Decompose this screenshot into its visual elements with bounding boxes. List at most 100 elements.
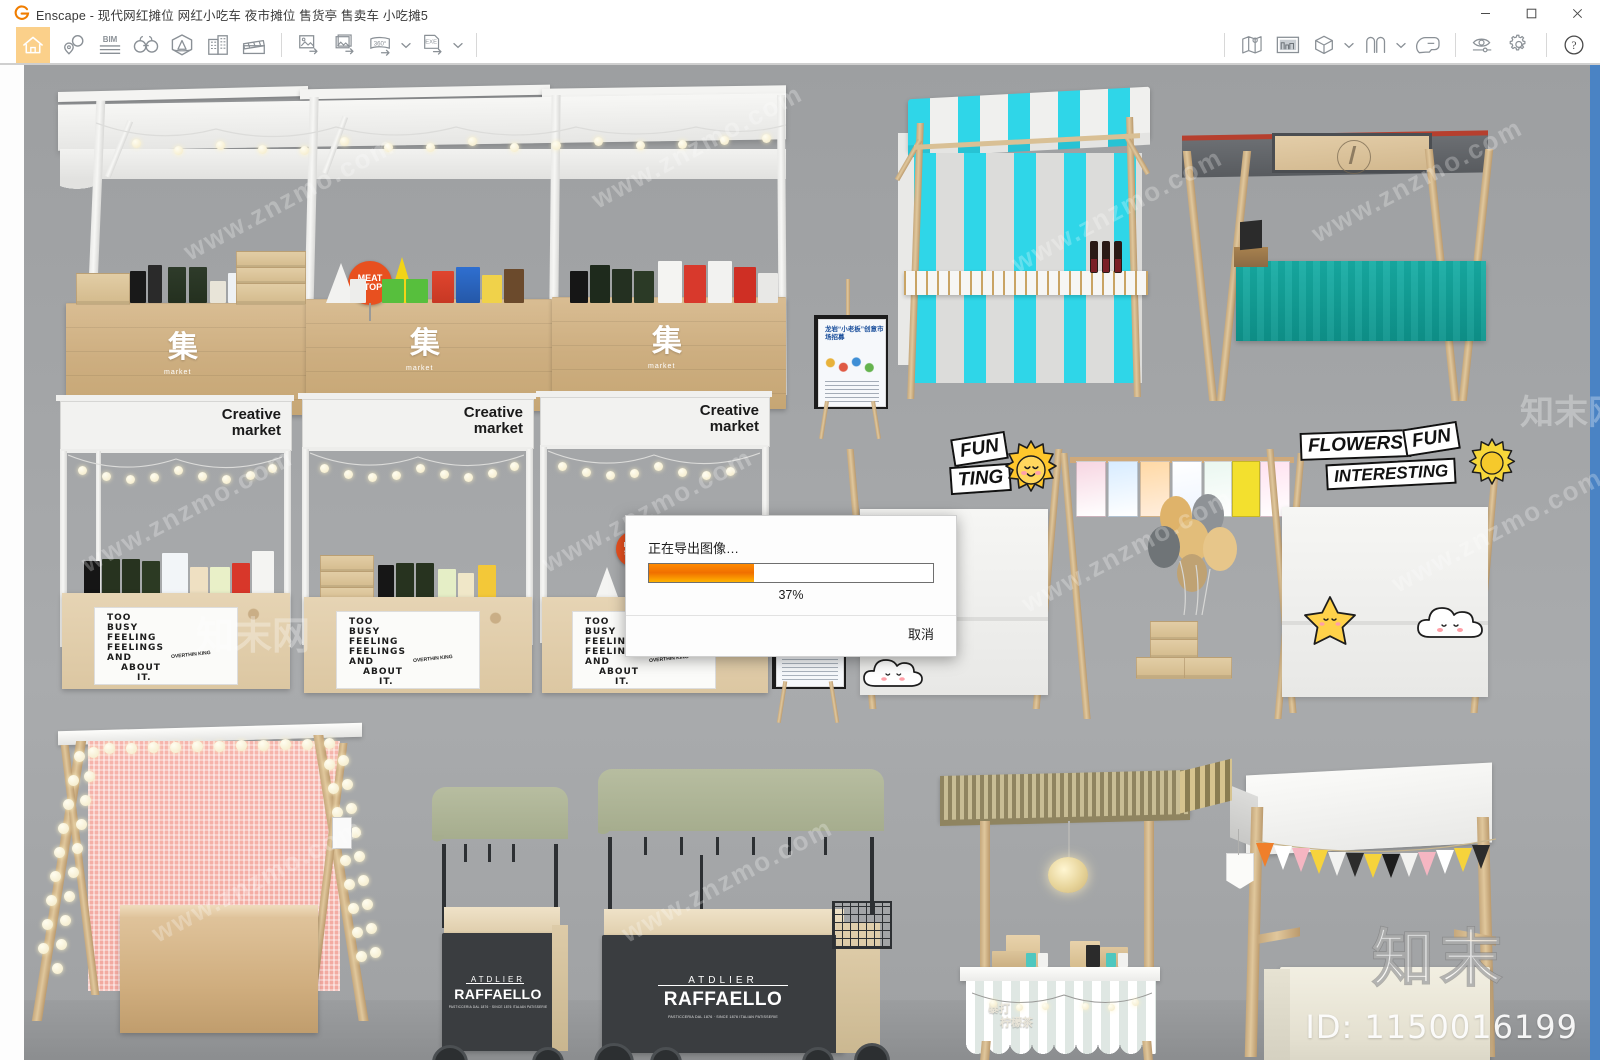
cart-brand-sub-large: PASTICCERIA DAL 1876 · SINCE 1876 ITALIA… bbox=[668, 1015, 778, 1019]
progress-percent-label: 37% bbox=[778, 588, 804, 602]
svg-text:360°: 360° bbox=[374, 40, 387, 47]
help-icon[interactable]: ? bbox=[1559, 30, 1589, 60]
raffaello-cart-large: ATDLIER RAFFAELLO PASTICCERIA DAL 1876 ·… bbox=[590, 755, 900, 1060]
market-sign-sub-3: market bbox=[648, 363, 676, 370]
chevron-down-icon-panorama[interactable] bbox=[399, 30, 413, 60]
home-icon[interactable] bbox=[16, 27, 50, 63]
dialog-separator bbox=[626, 615, 956, 616]
cart-brand-main-large: RAFFAELLO bbox=[663, 989, 783, 1010]
main-toolbar: BIM 360° EXE ? bbox=[0, 26, 1600, 85]
flowers-sign-word-1: FLOWERS bbox=[1299, 429, 1412, 461]
pink-backdrop-stall bbox=[31, 705, 406, 1045]
creative-market-line2-a: market bbox=[231, 421, 281, 439]
chevron-down-icon-exe[interactable] bbox=[451, 30, 465, 60]
easel-poster-title: 龙岩“小老板”创意市场招募 bbox=[825, 326, 884, 342]
watermark-id: ID: 1150016199 bbox=[1305, 1008, 1578, 1046]
busy-poster-small-1: OVERTHIN KING bbox=[170, 649, 211, 661]
toolbar-right-group: ? bbox=[1215, 26, 1592, 64]
progress-bar bbox=[648, 563, 934, 583]
cart-brand-main-small: RAFFAELLO bbox=[454, 986, 542, 1002]
cyan-striped-stall bbox=[890, 83, 1151, 403]
market-sign-char-2: 集 bbox=[410, 327, 440, 360]
string-lights bbox=[96, 119, 786, 159]
vr-headset-icon[interactable] bbox=[1413, 30, 1443, 60]
gear-icon[interactable] bbox=[1504, 30, 1534, 60]
map-pin-icon[interactable] bbox=[1237, 30, 1267, 60]
flowers-sign-word-2: FUN bbox=[1402, 420, 1461, 458]
creative-market-sign-1: Creative market bbox=[60, 401, 292, 451]
window-title: Enscape - 现代网红摊位 网红小吃车 夜市摊位 售货亭 售卖车 小吃摊5 bbox=[36, 9, 429, 23]
watermark-brand: 知末 bbox=[1371, 924, 1508, 995]
busy-poster-text-1: TOO BUSY FEELING FEELINGS AND ABOUT IT. bbox=[107, 613, 164, 684]
stereo-icon[interactable] bbox=[1361, 30, 1391, 60]
tea-stall: 暴打 柠檬茶 bbox=[920, 755, 1200, 1060]
flowers-sign-stall: FLOWERS FUN INTERESTING bbox=[1266, 420, 1516, 729]
creative-market-line2-c: market bbox=[709, 417, 759, 435]
cart-body-large: ATDLIER RAFFAELLO PASTICCERIA DAL 1876 ·… bbox=[602, 935, 844, 1053]
sun-sticker bbox=[1000, 439, 1062, 501]
render-viewport[interactable]: 集 market 集 market 集 market MEAT STOP 龙岩“… bbox=[0, 65, 1600, 1060]
tiny-product-card bbox=[332, 817, 352, 849]
sunflower-sticker bbox=[1464, 437, 1520, 493]
bunting-flags bbox=[1256, 837, 1496, 878]
toolbar-divider-2 bbox=[476, 33, 477, 57]
export-batch-icon[interactable] bbox=[330, 30, 360, 60]
viewport-left-margin bbox=[0, 65, 24, 1060]
busy-poster-small-2: OVERTHIN KING bbox=[412, 653, 453, 665]
preset-icon[interactable] bbox=[1273, 30, 1303, 60]
location-pin-icon[interactable] bbox=[59, 30, 89, 60]
easel-poster-sheet: 龙岩“小老板”创意市场招募 bbox=[818, 319, 886, 407]
minimize-button[interactable] bbox=[1462, 0, 1508, 26]
creative-market-line1-c: Creative bbox=[699, 402, 759, 419]
flowers-sign-word-3: INTERESTING bbox=[1325, 457, 1457, 491]
busy-poster-text-2: TOO BUSY FEELING FEELINGS AND ABOUT IT. bbox=[349, 617, 406, 688]
export-image-icon[interactable] bbox=[294, 30, 324, 60]
cancel-button[interactable]: 取消 bbox=[908, 624, 934, 643]
easel-poster: 龙岩“小老板”创意市场招募 bbox=[812, 279, 892, 440]
asset-library-icon[interactable] bbox=[167, 30, 197, 60]
toolbar-divider bbox=[281, 33, 282, 57]
market-sign-char-3: 集 bbox=[652, 325, 682, 358]
clapperboard-icon[interactable] bbox=[239, 30, 269, 60]
export-progress-dialog: 正在导出图像… 37% 取消 bbox=[625, 515, 957, 657]
rattan-pendant-lamp bbox=[1048, 857, 1088, 893]
balloon-bunch bbox=[1130, 489, 1260, 619]
chevron-down-icon-cube[interactable] bbox=[1342, 30, 1356, 60]
visibility-icon[interactable] bbox=[1468, 30, 1498, 60]
creative-market-line2-b: market bbox=[473, 419, 523, 437]
svg-text:?: ? bbox=[1571, 39, 1576, 52]
svg-text:BIM: BIM bbox=[103, 35, 118, 44]
cloud-sticker bbox=[1416, 601, 1486, 645]
progress-bar-fill bbox=[649, 564, 755, 582]
cube-icon[interactable] bbox=[1309, 30, 1339, 60]
creative-market-line1-b: Creative bbox=[463, 404, 523, 421]
chevron-down-icon-stereo[interactable] bbox=[1394, 30, 1408, 60]
busy-poster-2: TOO BUSY FEELING FEELINGS AND ABOUT IT. … bbox=[336, 611, 480, 689]
cart-basket-grill bbox=[832, 901, 892, 949]
market-sign-sub-1: market bbox=[164, 369, 192, 376]
bim-icon[interactable]: BIM bbox=[95, 30, 125, 60]
busy-poster-1: TOO BUSY FEELING FEELINGS AND ABOUT IT. … bbox=[94, 607, 238, 685]
export-exe-icon[interactable]: EXE bbox=[418, 30, 448, 60]
binoculars-icon[interactable] bbox=[131, 30, 161, 60]
enscape-window: Enscape - 现代网红摊位 网红小吃车 夜市摊位 售货亭 售卖车 小吃摊5 bbox=[0, 0, 1600, 1060]
cart-brand-sub-small: PASTICCERIA DAL 1876 · SINCE 1876 ITALIA… bbox=[448, 1005, 548, 1009]
window-controls bbox=[1462, 0, 1600, 26]
close-button[interactable] bbox=[1554, 0, 1600, 26]
maximize-button[interactable] bbox=[1508, 0, 1554, 26]
viewport-scrollbar[interactable] bbox=[1590, 65, 1600, 1060]
hanging-wood-sign bbox=[1272, 133, 1432, 174]
export-panorama-icon[interactable]: 360° bbox=[366, 30, 396, 60]
wooden-counter-block bbox=[120, 913, 318, 1033]
watermark-brand-mid-2: 知末网 bbox=[1520, 394, 1600, 432]
creative-market-sign-3: Creative market bbox=[540, 397, 770, 447]
cloud-sticker-left bbox=[862, 653, 926, 693]
creative-market-line1-a: Creative bbox=[221, 406, 281, 423]
toolbar-divider-3 bbox=[1224, 33, 1225, 57]
toolbar-divider-4 bbox=[1455, 33, 1456, 57]
building-icon[interactable] bbox=[203, 30, 233, 60]
teal-tablecloth bbox=[1236, 261, 1486, 341]
cart-body-small: ATDLIER RAFFAELLO PASTICCERIA DAL 1876 ·… bbox=[442, 933, 554, 1051]
market-stall-group-1: 集 market 集 market 集 market MEAT STOP bbox=[50, 75, 790, 415]
raffaello-cart-small: ATDLIER RAFFAELLO PASTICCERIA DAL 1876 ·… bbox=[424, 765, 584, 1060]
